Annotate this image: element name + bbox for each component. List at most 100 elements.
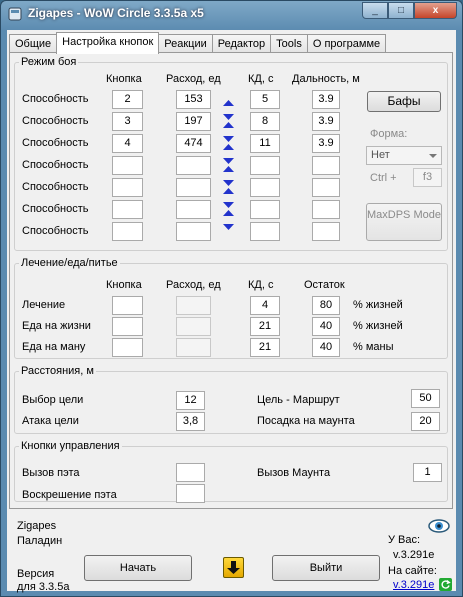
tab-editor[interactable]: Редактор	[211, 34, 272, 53]
ability-cd-field[interactable]: 11	[250, 134, 280, 153]
form-label: Форма:	[370, 128, 408, 140]
tab-button-settings[interactable]: Настройка кнопок	[56, 32, 160, 54]
reorder-arrows-icon[interactable]	[223, 210, 234, 230]
ability-cost-field[interactable]	[176, 222, 211, 241]
reorder-arrows-icon[interactable]	[223, 188, 234, 208]
healing-key-field[interactable]	[112, 317, 143, 336]
character-class: Паладин	[17, 535, 63, 547]
healing-cd-field[interactable]: 21	[250, 317, 280, 336]
ability-key-field[interactable]: 4	[112, 134, 143, 153]
arrow-down-icon	[227, 561, 240, 574]
exit-button[interactable]: Выйти	[272, 555, 380, 581]
ability-range-field[interactable]	[312, 156, 340, 175]
title-bar[interactable]: Zigapes - WoW Circle 3.3.5a x5 _ □ x	[1, 1, 462, 27]
buffs-button[interactable]: Бафы	[367, 91, 441, 112]
healing-cost-field[interactable]	[176, 296, 211, 315]
ability-range-field[interactable]: 3.9	[312, 134, 340, 153]
ability-label: Способность	[22, 203, 89, 215]
ability-key-field[interactable]: 2	[112, 90, 143, 109]
close-button[interactable]: x	[414, 2, 457, 19]
ability-cost-field[interactable]: 474	[176, 134, 211, 153]
window-title: Zigapes - WoW Circle 3.3.5a x5	[28, 6, 204, 20]
healing-row-label: Еда на ману	[22, 341, 86, 353]
ctrl-key-field[interactable]: f3	[413, 168, 442, 187]
target-select-field[interactable]: 12	[176, 391, 205, 410]
tab-general[interactable]: Общие	[9, 34, 58, 53]
minimize-button[interactable]: _	[362, 2, 388, 19]
ability-key-field[interactable]	[112, 222, 143, 241]
healing-rest-field[interactable]: 80	[312, 296, 340, 315]
refresh-icon[interactable]	[439, 578, 452, 591]
maximize-button[interactable]: □	[388, 2, 414, 19]
ability-label: Способность	[22, 115, 89, 127]
tab-tools[interactable]: Tools	[270, 34, 308, 53]
version-target: для 3.3.5а	[17, 581, 70, 593]
reorder-arrows-icon[interactable]	[223, 122, 234, 142]
ability-cost-field[interactable]	[176, 200, 211, 219]
character-name: Zigapes	[17, 520, 57, 532]
combat-header-key: Кнопка	[106, 73, 142, 85]
pet-revive-field[interactable]	[176, 484, 205, 503]
mount-distance-label: Посадка на маунта	[257, 415, 355, 427]
ability-key-field[interactable]	[112, 156, 143, 175]
healing-cost-field[interactable]	[176, 317, 211, 336]
ability-key-field[interactable]	[112, 200, 143, 219]
ability-cd-field[interactable]	[250, 200, 280, 219]
ability-range-field[interactable]: 3.9	[312, 112, 340, 131]
maxdps-mode-button[interactable]: MaxDPS Mode	[366, 203, 442, 241]
ability-range-field[interactable]: 3.9	[312, 90, 340, 109]
healing-header-rest: Остаток	[304, 279, 345, 291]
site-version-link[interactable]: v.3.291e	[393, 579, 434, 591]
tab-about[interactable]: О программе	[306, 34, 387, 53]
ability-range-field[interactable]	[312, 178, 340, 197]
healing-rest-field[interactable]: 40	[312, 317, 340, 336]
ability-cost-field[interactable]: 153	[176, 90, 211, 109]
healing-key-field[interactable]	[112, 338, 143, 357]
ability-label: Способность	[22, 181, 89, 193]
healing-cd-field[interactable]: 21	[250, 338, 280, 357]
version-label: Версия	[17, 568, 55, 580]
reorder-arrows-icon[interactable]	[223, 100, 234, 120]
target-attack-field[interactable]: 3,8	[176, 412, 205, 431]
chevron-down-icon	[429, 154, 437, 158]
ability-cd-field[interactable]: 5	[250, 90, 280, 109]
form-select[interactable]: Нет	[366, 146, 442, 165]
app-window: Zigapes - WoW Circle 3.3.5a x5 _ □ x Общ…	[0, 0, 463, 597]
healing-key-field[interactable]	[112, 296, 143, 315]
ability-cd-field[interactable]	[250, 222, 280, 241]
download-arrow-button[interactable]	[223, 557, 244, 578]
tab-reactions[interactable]: Реакции	[158, 34, 213, 53]
ability-label: Способность	[22, 137, 89, 149]
mount-call-field[interactable]: 1	[413, 463, 442, 482]
ability-cd-field[interactable]	[250, 156, 280, 175]
route-label: Цель - Маршрут	[257, 394, 340, 406]
combat-header-range: Дальность, м	[292, 73, 360, 85]
site-version-label: На сайте:	[388, 565, 437, 577]
eye-icon[interactable]	[428, 519, 450, 533]
mount-distance-field[interactable]: 20	[411, 412, 440, 431]
pet-call-label: Вызов пэта	[22, 467, 80, 479]
ability-cd-field[interactable]: 8	[250, 112, 280, 131]
ability-range-field[interactable]	[312, 200, 340, 219]
current-version: v.3.291e	[393, 549, 435, 561]
current-version-label: У Вас:	[388, 534, 421, 546]
start-button[interactable]: Начать	[84, 555, 192, 581]
ability-cost-field[interactable]: 197	[176, 112, 211, 131]
healing-rest-field[interactable]: 40	[312, 338, 340, 357]
route-field[interactable]: 50	[411, 389, 440, 408]
ability-range-field[interactable]	[312, 222, 340, 241]
healing-header-key: Кнопка	[106, 279, 142, 291]
pet-call-field[interactable]	[176, 463, 205, 482]
healing-cost-field[interactable]	[176, 338, 211, 357]
healing-legend: Лечение/еда/питье	[21, 257, 118, 269]
controls-legend: Кнопки управления	[21, 440, 120, 452]
combat-header-cost: Расход, ед	[166, 73, 221, 85]
ability-key-field[interactable]	[112, 178, 143, 197]
ability-cost-field[interactable]	[176, 178, 211, 197]
ability-key-field[interactable]: 3	[112, 112, 143, 131]
ability-cd-field[interactable]	[250, 178, 280, 197]
healing-cd-field[interactable]: 4	[250, 296, 280, 315]
reorder-arrows-icon[interactable]	[223, 144, 234, 164]
reorder-arrows-icon[interactable]	[223, 166, 234, 186]
ability-cost-field[interactable]	[176, 156, 211, 175]
